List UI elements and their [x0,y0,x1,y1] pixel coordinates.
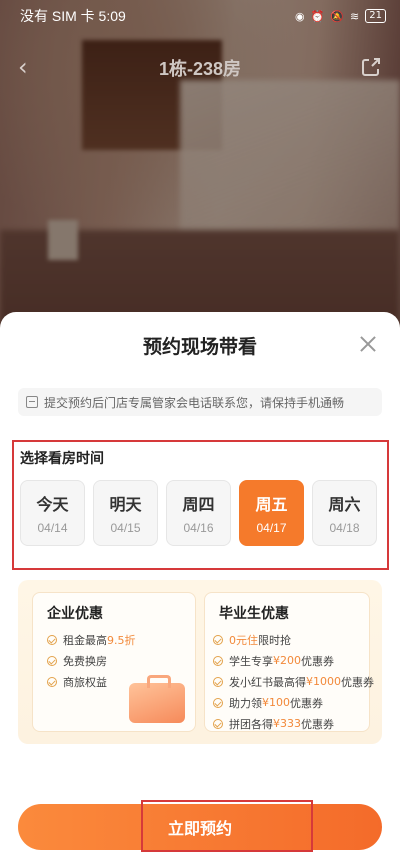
check-icon [213,697,223,708]
day-list: 今天04/14明天04/15周四04/16周五04/17周六04/18周 [20,480,384,550]
day-option[interactable]: 明天 04/15 [93,480,158,546]
offer-text-hl: 0元住 [229,633,258,647]
day-option[interactable]: 今天 04/14 [20,480,85,546]
offer-text-post: 优惠券 [290,696,323,710]
offer-item: 租金最高 9.5折 [47,629,195,650]
enterprise-offer-card[interactable]: 企业优惠 租金最高 9.5折 免费换房 商旅权益 [32,592,196,732]
day-option[interactable]: 周五 04/17 [239,480,304,546]
day-name: 周四 [182,495,215,514]
notice-bar: 提交预约后门店专属管家会电话联系您，请保持手机通畅 [18,388,382,416]
page-title: 1栋-238房 [158,59,242,79]
offer-item: 0元住 限时抢 [213,629,369,650]
notice-text: 提交预约后门店专属管家会电话联系您，请保持手机通畅 [44,395,345,410]
check-icon [213,655,223,666]
day-name: 明天 [109,495,142,514]
offer-item: 发小红书最高得 ¥1000 优惠券 [213,671,374,692]
offer-item: 拼团各得 ¥333 优惠券 [213,713,369,734]
day-option[interactable]: 周六 04/18 [312,480,377,546]
offer-text-post: 限时抢 [258,633,291,647]
book-now-button[interactable]: 立即预约 [18,804,382,850]
offer-item: 免费换房 [47,650,195,671]
day-name: 今天 [36,495,69,514]
battery-icon: 21 [365,9,386,23]
status-bar: 没有 SIM 卡 5:09 ◉ ⏰ 🔕 ≋ 21 [0,0,400,32]
alarm-icon: ⏰ [310,9,325,23]
carrier-time: 没有 SIM 卡 5:09 [20,8,126,24]
day-date: 04/17 [256,521,287,535]
day-date: 04/14 [37,521,68,535]
day-name: 周五 [255,495,288,514]
offer-text-pre: 租金最高 [63,633,107,647]
check-icon [47,676,57,687]
offer-text-post: 优惠券 [301,654,334,668]
day-option[interactable]: 周四 04/16 [166,480,231,546]
check-icon [47,634,57,645]
check-icon [213,718,223,729]
offer-text-pre: 学生专享 [229,654,273,668]
offer-text-pre: 拼团各得 [229,717,273,731]
offer-text-pre: 助力领 [229,696,262,710]
share-icon[interactable] [360,56,382,78]
check-icon [47,655,57,666]
offer-text-hl: 9.5折 [107,633,136,647]
day-date: 04/18 [329,521,360,535]
offer-text-hl: ¥333 [273,717,301,730]
offer-item: 助力领 ¥100 优惠券 [213,692,369,713]
day-name: 周六 [328,495,361,514]
time-title: 选择看房时间 [20,451,104,467]
offer-text-pre: 免费换房 [63,654,107,668]
day-date: 04/15 [110,521,141,535]
offer-text-post: 优惠券 [301,717,334,731]
calendar-icon [26,396,38,408]
offers-panel: 企业优惠 租金最高 9.5折 免费换房 商旅权益 毕业生优惠 0元住 限时抢 学生专享 ¥2… [18,580,382,744]
enterprise-title: 企业优惠 [47,606,103,622]
day-date: 04/16 [183,521,214,535]
close-icon[interactable] [358,334,378,354]
eye-icon: ◉ [295,9,305,23]
book-now-label: 立即预约 [167,819,232,838]
offer-text-hl: ¥100 [262,696,290,709]
nav-bar: ‹ 1栋-238房 [0,48,400,88]
offer-text-post: 优惠券 [341,675,374,689]
offer-text-hl: ¥1000 [306,675,341,688]
check-icon [213,634,223,645]
offer-text-pre: 商旅权益 [63,675,107,689]
graduate-title: 毕业生优惠 [219,606,289,622]
graduate-offer-card[interactable]: 毕业生优惠 0元住 限时抢 学生专享 ¥200 优惠券 发小红书最高得 ¥1000 优惠券 助力… [204,592,374,734]
offer-text-pre: 发小红书最高得 [229,675,306,689]
back-icon[interactable]: ‹ [18,55,40,79]
mute-icon: 🔕 [330,9,345,23]
offer-text-hl: ¥200 [273,654,301,667]
wifi-icon: ≋ [350,9,360,23]
sheet-title: 预约现场带看 [142,336,257,358]
check-icon [213,676,223,687]
time-selector: 选择看房时间 今天 04/14 明天 04/15 周四 04/16 周五 04/17 周六 04/… [12,440,389,570]
booking-sheet: 预约现场带看 提交预约后门店专属管家会电话联系您，请保持手机通畅 选择看房时间 … [0,312,400,855]
offer-item: 学生专享 ¥200 优惠券 [213,650,369,671]
briefcase-icon [129,675,185,723]
